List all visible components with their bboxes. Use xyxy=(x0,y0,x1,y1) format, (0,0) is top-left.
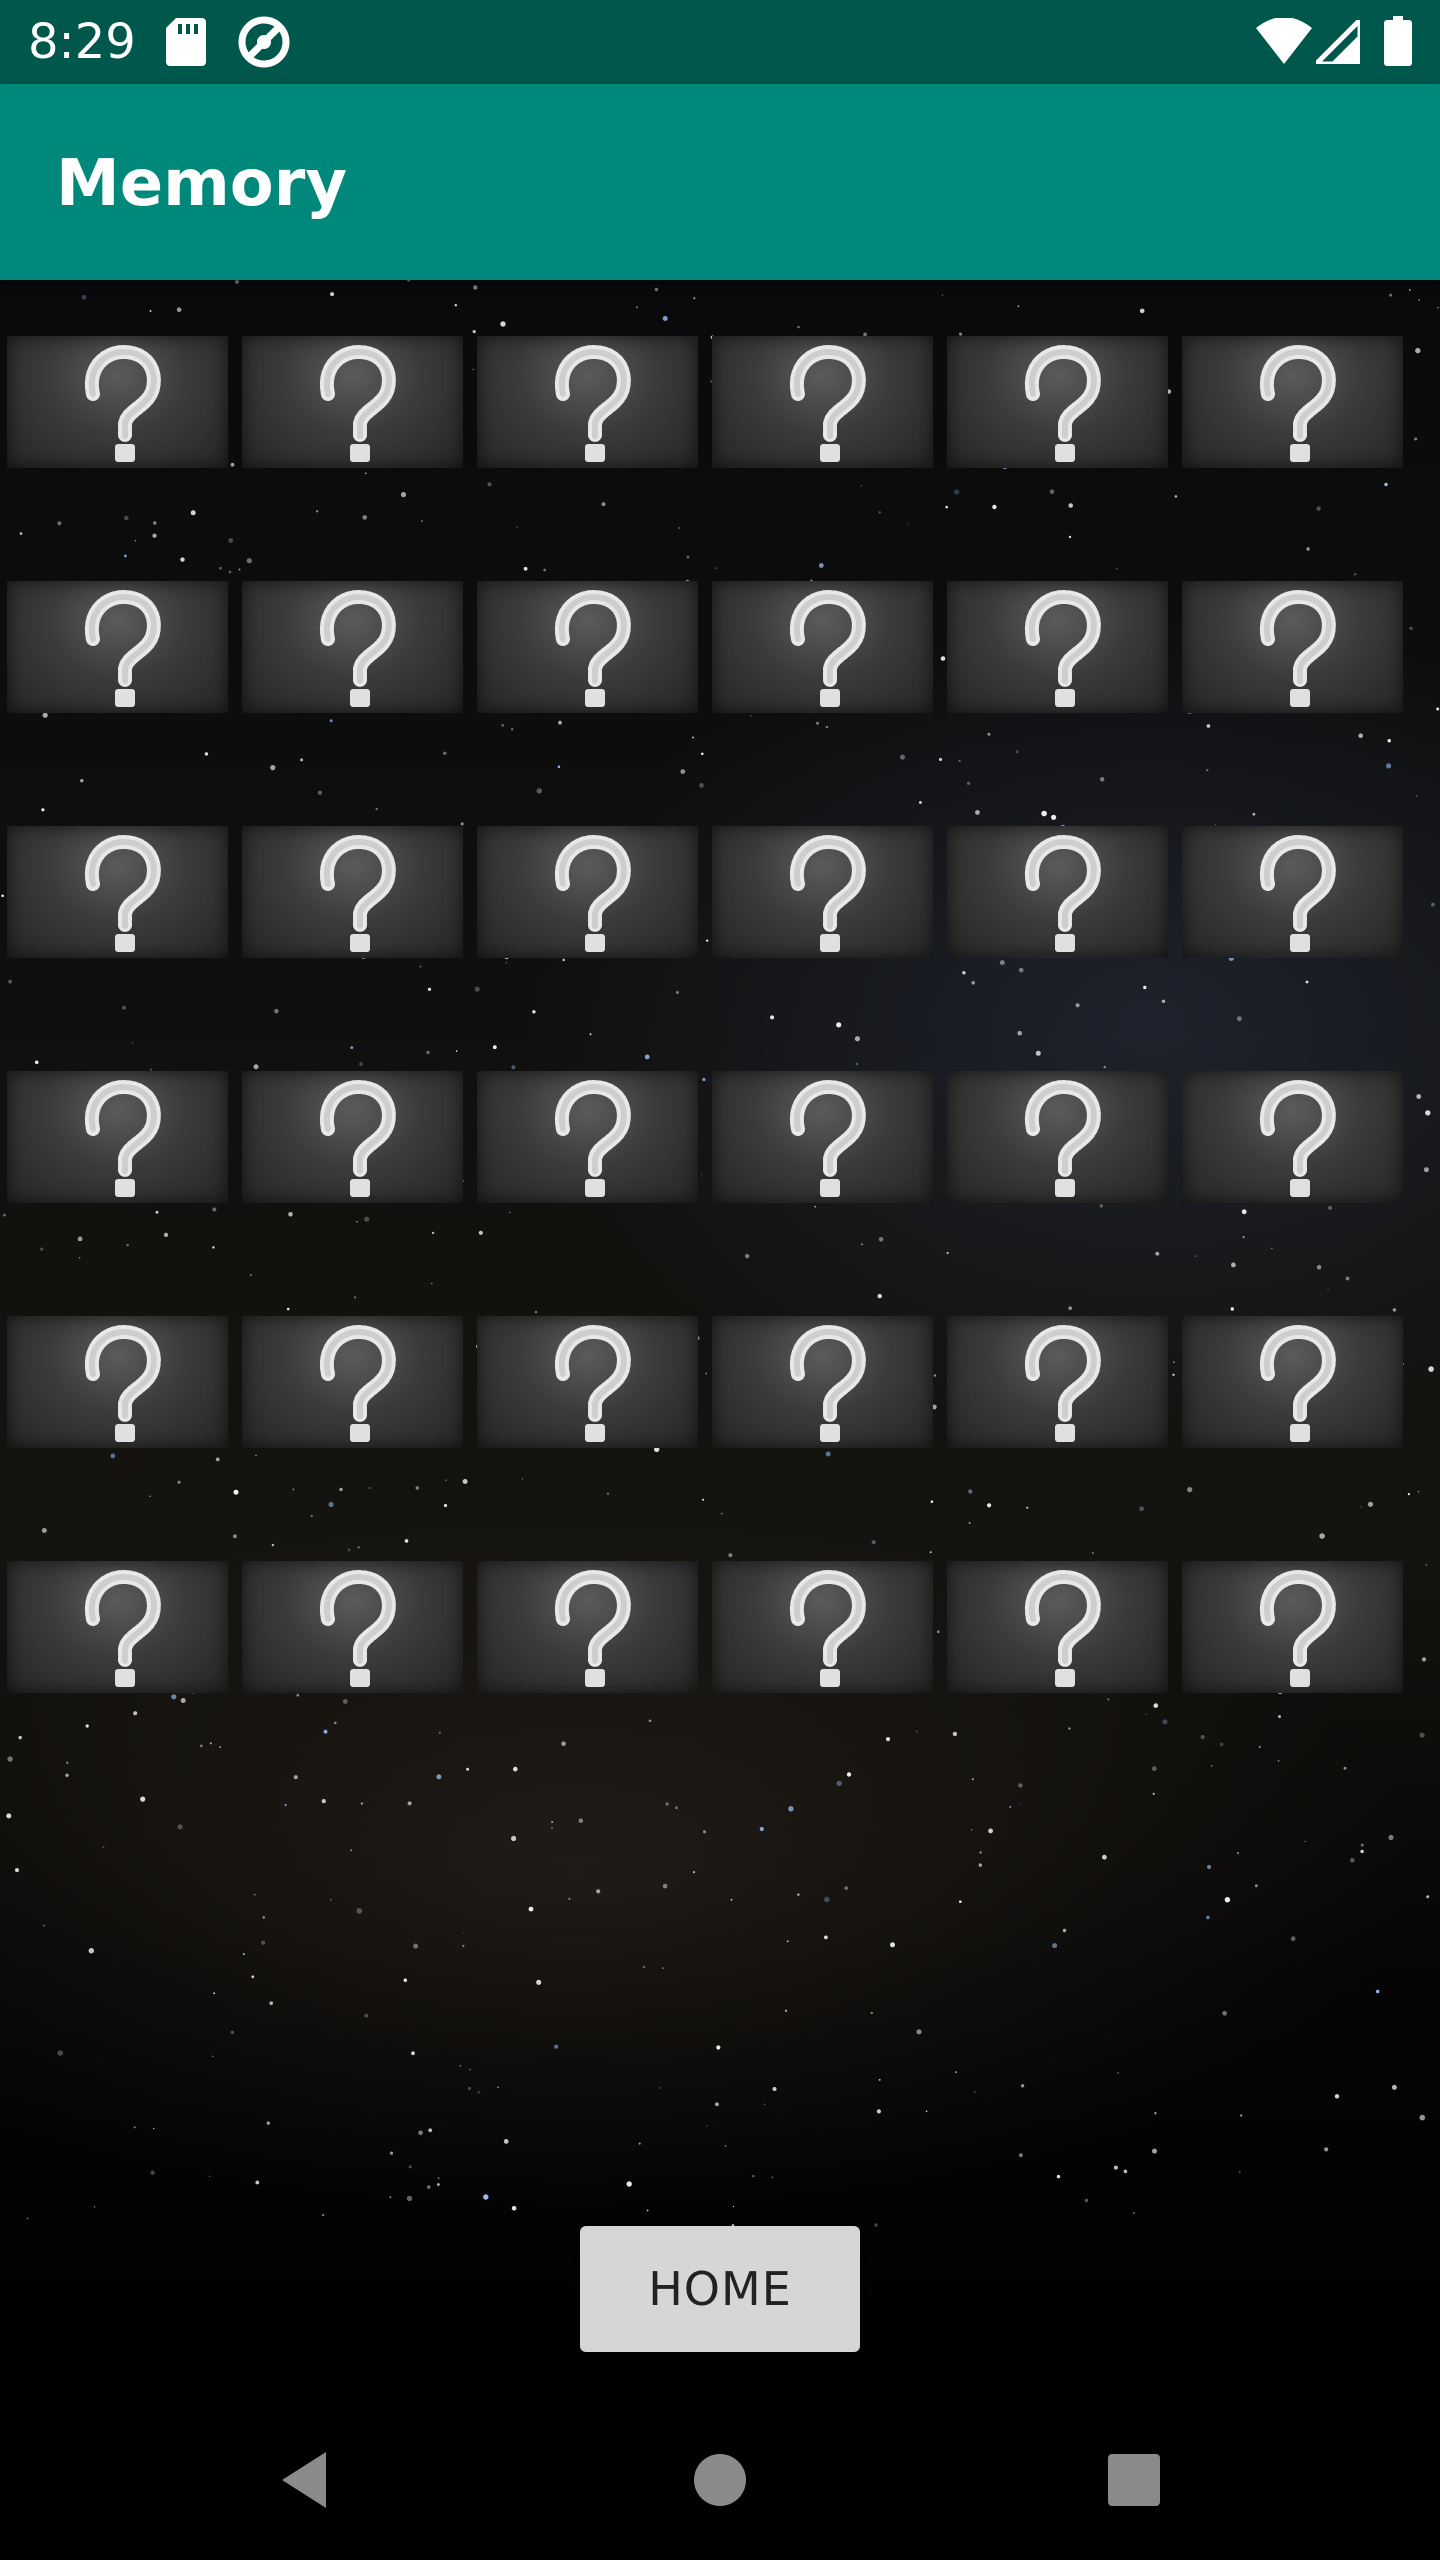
question-mark-icon xyxy=(1259,1324,1336,1442)
question-mark-icon xyxy=(319,834,396,952)
question-mark-icon xyxy=(1024,1569,1101,1687)
memory-card[interactable] xyxy=(947,581,1168,713)
recents-icon[interactable] xyxy=(1094,2440,1174,2520)
home-button[interactable]: HOME xyxy=(580,2226,860,2352)
question-mark-icon xyxy=(1259,589,1336,707)
memory-card[interactable] xyxy=(712,1561,933,1693)
question-mark-icon xyxy=(789,1324,866,1442)
question-mark-icon xyxy=(554,589,631,707)
memory-card[interactable] xyxy=(947,1071,1168,1203)
memory-card[interactable] xyxy=(7,581,228,713)
memory-card[interactable] xyxy=(242,1316,463,1448)
question-mark-icon xyxy=(554,1079,631,1197)
memory-card[interactable] xyxy=(477,581,698,713)
memory-card[interactable] xyxy=(477,1316,698,1448)
memory-card[interactable] xyxy=(712,1316,933,1448)
memory-card[interactable] xyxy=(477,1561,698,1693)
question-mark-icon xyxy=(84,1079,161,1197)
memory-card[interactable] xyxy=(1182,1071,1403,1203)
memory-card[interactable] xyxy=(1182,336,1403,468)
sync-icon xyxy=(236,14,292,74)
question-mark-icon xyxy=(319,589,396,707)
question-mark-icon xyxy=(84,589,161,707)
question-mark-icon xyxy=(789,834,866,952)
screen: 8:29 Memory HOME xyxy=(0,0,1440,2560)
question-mark-icon xyxy=(789,589,866,707)
memory-card[interactable] xyxy=(7,1561,228,1693)
memory-card[interactable] xyxy=(712,336,933,468)
memory-card[interactable] xyxy=(947,1316,1168,1448)
question-mark-icon xyxy=(1024,589,1101,707)
memory-card[interactable] xyxy=(242,581,463,713)
status-bar: 8:29 xyxy=(0,0,1440,84)
question-mark-icon xyxy=(1024,344,1101,462)
memory-card[interactable] xyxy=(242,826,463,958)
memory-card[interactable] xyxy=(947,826,1168,958)
question-mark-icon xyxy=(319,1324,396,1442)
question-mark-icon xyxy=(319,344,396,462)
memory-card[interactable] xyxy=(947,336,1168,468)
memory-card[interactable] xyxy=(7,1316,228,1448)
memory-card[interactable] xyxy=(242,1071,463,1203)
memory-card[interactable] xyxy=(7,826,228,958)
memory-card[interactable] xyxy=(1182,826,1403,958)
memory-card[interactable] xyxy=(477,1071,698,1203)
home-icon[interactable] xyxy=(680,2440,760,2520)
status-time: 8:29 xyxy=(28,14,136,70)
question-mark-icon xyxy=(1259,344,1336,462)
question-mark-icon xyxy=(84,344,161,462)
battery-icon xyxy=(1384,16,1412,70)
back-icon[interactable] xyxy=(270,2440,350,2520)
navigation-bar xyxy=(0,2400,1440,2560)
sd-card-icon xyxy=(166,18,206,70)
memory-card[interactable] xyxy=(242,1561,463,1693)
memory-card[interactable] xyxy=(712,581,933,713)
question-mark-icon xyxy=(554,1324,631,1442)
app-bar: Memory xyxy=(0,84,1440,280)
memory-card[interactable] xyxy=(7,1071,228,1203)
memory-card[interactable] xyxy=(712,1071,933,1203)
question-mark-icon xyxy=(554,1569,631,1687)
question-mark-icon xyxy=(84,1324,161,1442)
question-mark-icon xyxy=(1259,1079,1336,1197)
question-mark-icon xyxy=(84,1569,161,1687)
app-title: Memory xyxy=(56,147,348,221)
question-mark-icon xyxy=(319,1079,396,1197)
memory-card[interactable] xyxy=(947,1561,1168,1693)
question-mark-icon xyxy=(789,344,866,462)
question-mark-icon xyxy=(1024,834,1101,952)
memory-card[interactable] xyxy=(1182,1316,1403,1448)
signal-icon xyxy=(1309,13,1363,68)
wifi-icon xyxy=(1256,17,1312,68)
memory-card[interactable] xyxy=(7,336,228,468)
memory-card[interactable] xyxy=(477,826,698,958)
question-mark-icon xyxy=(319,1569,396,1687)
question-mark-icon xyxy=(554,344,631,462)
question-mark-icon xyxy=(1024,1079,1101,1197)
memory-card[interactable] xyxy=(712,826,933,958)
question-mark-icon xyxy=(554,834,631,952)
question-mark-icon xyxy=(84,834,161,952)
question-mark-icon xyxy=(1024,1324,1101,1442)
question-mark-icon xyxy=(789,1079,866,1197)
question-mark-icon xyxy=(1259,1569,1336,1687)
memory-card[interactable] xyxy=(1182,1561,1403,1693)
memory-card[interactable] xyxy=(242,336,463,468)
memory-card[interactable] xyxy=(1182,581,1403,713)
memory-card[interactable] xyxy=(477,336,698,468)
game-board: HOME xyxy=(0,280,1440,2400)
question-mark-icon xyxy=(1259,834,1336,952)
question-mark-icon xyxy=(789,1569,866,1687)
